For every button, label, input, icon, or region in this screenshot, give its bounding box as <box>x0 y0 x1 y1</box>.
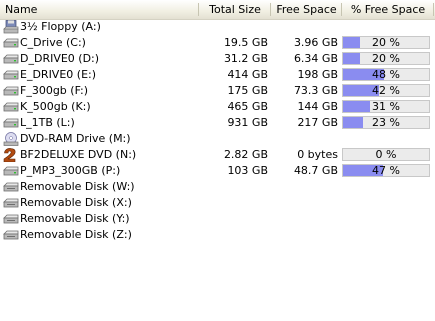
drive-name: F_300gb (F:) <box>20 84 89 97</box>
free-space: 217 GB <box>297 116 338 129</box>
total-size <box>199 227 268 243</box>
percent-free-label: 48 % <box>372 68 400 81</box>
percent-free-bar: 0 % <box>342 148 430 161</box>
drive-name: E_DRIVE0 (E:) <box>20 68 97 81</box>
column-header: Name Total Size Free Space % Free Space <box>0 0 435 20</box>
drive-name: K_500gb (K:) <box>20 100 91 113</box>
optical-drive-icon <box>3 132 19 146</box>
total-size <box>199 179 268 195</box>
floppy-icon <box>3 20 19 34</box>
drive-name: Removable Disk (X:) <box>20 196 132 209</box>
total-size: 414 GB <box>227 68 268 81</box>
percent-free-bar: 47 % <box>342 164 430 177</box>
free-space <box>271 195 338 211</box>
total-size <box>199 19 268 35</box>
percent-free-bar: 23 % <box>342 116 430 129</box>
percent-free-label: 20 % <box>372 52 400 65</box>
column-header-free-space[interactable]: Free Space <box>271 0 342 19</box>
removable-disk-icon <box>3 196 19 210</box>
drive-row[interactable]: 3½ Floppy (A:) <box>0 19 435 35</box>
hard-drive-icon <box>3 84 19 98</box>
drive-name: DVD-RAM Drive (M:) <box>20 132 131 145</box>
drive-name: Removable Disk (Z:) <box>20 228 132 241</box>
drive-row[interactable]: C_Drive (C:) 19.5 GB 3.96 GB 20 % <box>0 35 435 51</box>
removable-disk-icon <box>3 228 19 242</box>
drive-row[interactable]: E_DRIVE0 (E:) 414 GB 198 GB 48 % <box>0 67 435 83</box>
total-size <box>199 195 268 211</box>
hard-drive-icon <box>3 68 19 82</box>
percent-free-label: 47 % <box>372 164 400 177</box>
total-size: 2.82 GB <box>223 148 268 161</box>
free-space <box>271 19 338 35</box>
free-space: 3.96 GB <box>293 36 338 49</box>
percent-free-label: 42 % <box>372 84 400 97</box>
total-size: 175 GB <box>227 84 268 97</box>
free-space <box>271 227 338 243</box>
free-space: 73.3 GB <box>293 84 338 97</box>
removable-disk-icon <box>3 180 19 194</box>
free-space: 6.34 GB <box>293 52 338 65</box>
column-header-percent-free[interactable]: % Free Space <box>342 0 434 19</box>
drive-row[interactable]: Removable Disk (W:) <box>0 179 435 195</box>
percent-free-label: 0 % <box>375 148 397 161</box>
drive-row[interactable]: DVD-RAM Drive (M:) <box>0 131 435 147</box>
total-size <box>199 211 268 227</box>
drive-row[interactable]: Removable Disk (X:) <box>0 195 435 211</box>
free-space: 144 GB <box>297 100 338 113</box>
hard-drive-icon <box>3 116 19 130</box>
drive-name: D_DRIVE0 (D:) <box>20 52 100 65</box>
drive-row[interactable]: BF2DELUXE DVD (N:) 2.82 GB 0 bytes 0 % <box>0 147 435 163</box>
percent-free-bar: 31 % <box>342 100 430 113</box>
drive-name: P_MP3_300GB (P:) <box>20 164 121 177</box>
drive-row[interactable]: D_DRIVE0 (D:) 31.2 GB 6.34 GB 20 % <box>0 51 435 67</box>
total-size: 31.2 GB <box>223 52 268 65</box>
drive-row[interactable]: Removable Disk (Y:) <box>0 211 435 227</box>
total-size: 931 GB <box>227 116 268 129</box>
total-size <box>199 131 268 147</box>
drive-name: 3½ Floppy (A:) <box>20 20 101 33</box>
percent-free-label: 31 % <box>372 100 400 113</box>
free-space <box>271 179 338 195</box>
percent-free-bar: 20 % <box>342 52 430 65</box>
free-space: 198 GB <box>297 68 338 81</box>
percent-free-bar: 20 % <box>342 36 430 49</box>
removable-disk-icon <box>3 212 19 226</box>
free-space <box>271 211 338 227</box>
free-space: 0 bytes <box>297 148 338 161</box>
percent-free-label: 23 % <box>372 116 400 129</box>
drive-row[interactable]: P_MP3_300GB (P:) 103 GB 48.7 GB 47 % <box>0 163 435 179</box>
total-size: 465 GB <box>227 100 268 113</box>
free-space: 48.7 GB <box>293 164 338 177</box>
drive-name: Removable Disk (W:) <box>20 180 135 193</box>
total-size: 19.5 GB <box>223 36 268 49</box>
column-header-total-size[interactable]: Total Size <box>199 0 271 19</box>
percent-free-bar: 48 % <box>342 68 430 81</box>
drive-name: Removable Disk (Y:) <box>20 212 130 225</box>
total-size: 103 GB <box>227 164 268 177</box>
free-space <box>271 131 338 147</box>
hard-drive-icon <box>3 164 19 178</box>
hard-drive-icon <box>3 36 19 50</box>
dvd-disc-icon <box>3 148 19 163</box>
column-header-name[interactable]: Name <box>0 0 199 19</box>
drive-name: C_Drive (C:) <box>20 36 86 49</box>
drive-name: L_1TB (L:) <box>20 116 75 129</box>
hard-drive-icon <box>3 100 19 114</box>
percent-free-bar: 42 % <box>342 84 430 97</box>
drive-name: BF2DELUXE DVD (N:) <box>20 148 137 161</box>
drive-row[interactable]: Removable Disk (Z:) <box>0 227 435 243</box>
percent-free-label: 20 % <box>372 36 400 49</box>
hard-drive-icon <box>3 52 19 66</box>
drive-row[interactable]: F_300gb (F:) 175 GB 73.3 GB 42 % <box>0 83 435 99</box>
drive-row[interactable]: L_1TB (L:) 931 GB 217 GB 23 % <box>0 115 435 131</box>
drive-row[interactable]: K_500gb (K:) 465 GB 144 GB 31 % <box>0 99 435 115</box>
